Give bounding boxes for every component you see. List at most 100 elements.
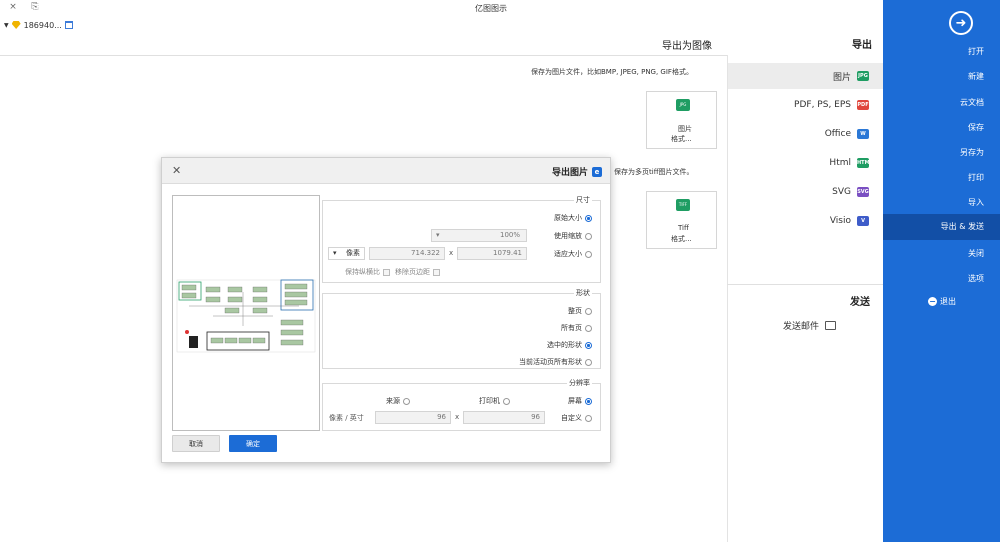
sidebar-item-new[interactable]: 新建 xyxy=(904,71,984,82)
send-email-label: 发送邮件 xyxy=(783,322,820,332)
option-label: 使用缩放 xyxy=(554,232,582,240)
unit-select[interactable]: ▾ 像素 xyxy=(328,247,365,260)
resolution-y-input[interactable]: 96 xyxy=(375,411,451,424)
radio-icon[interactable] xyxy=(585,250,592,258)
user-name: 186940... xyxy=(23,20,62,30)
format-svg[interactable]: SVG SVG xyxy=(728,179,884,205)
format-office[interactable]: Office W xyxy=(728,121,884,147)
chevron-down-icon[interactable]: ▼ xyxy=(4,22,9,29)
sidebar-item-options[interactable]: 选项 xyxy=(904,273,984,284)
sidebar-item-export-send[interactable]: 导出 & 发送 xyxy=(883,214,1000,240)
checkbox-icon[interactable] xyxy=(383,268,390,276)
size-scale-option[interactable]: 使用缩放 xyxy=(554,231,592,241)
restore-window-button[interactable]: ⎘ xyxy=(28,2,42,12)
sidebar-item-save-as[interactable]: 另存为 xyxy=(904,147,984,158)
image-format-description: 保存为图片文件，比如BMP, JPEG, PNG, GIF格式。 xyxy=(531,68,693,76)
tiff-format-card[interactable]: TIFF Tiff 格式... xyxy=(646,191,717,249)
close-window-button[interactable]: × xyxy=(6,2,20,12)
radio-icon[interactable] xyxy=(585,414,592,422)
option-label: 当前活动页所有形状 xyxy=(519,358,582,366)
height-input[interactable]: 714.322 xyxy=(369,247,445,260)
format-label: Visio xyxy=(829,216,851,226)
unit-value: 像素 xyxy=(346,249,360,257)
exit-icon: − xyxy=(928,297,937,306)
export-header: 导出 xyxy=(852,40,872,51)
sidebar-item-open[interactable]: 打开 xyxy=(904,46,984,57)
option-label: 移除页边距 xyxy=(395,268,430,276)
resolution-source-option[interactable]: 来源 xyxy=(386,396,410,406)
scale-value: 100% xyxy=(499,231,520,239)
visio-icon: V xyxy=(857,216,869,226)
exit-label: 退出 xyxy=(940,297,956,306)
option-label: 适应大小 xyxy=(554,250,582,258)
shape-current-selected-option[interactable]: 当前活动页所有形状 xyxy=(519,357,592,367)
resolution-screen-option[interactable]: 屏幕 xyxy=(568,396,592,406)
resolution-group: 分辨率 屏幕 打印机 来源 自定义 96 x 96 像素 / 英寸 xyxy=(322,378,601,431)
format-pdf[interactable]: PDF, PS, EPS PDF xyxy=(728,92,884,118)
export-image-dialog: ✕ 导出图片 e 尺寸 原始大小 使用缩放 ▾ 100% 适应大小 1079.4… xyxy=(161,157,611,463)
shape-selected-option[interactable]: 选中的形状 xyxy=(547,340,592,350)
resolution-group-label: 分辨率 xyxy=(567,378,592,388)
user-account[interactable]: ▼ 186940... xyxy=(4,19,73,31)
html-icon: HTML xyxy=(857,158,873,168)
image-format-card[interactable]: JPG 图片 格式... xyxy=(646,91,717,149)
checkbox-icon[interactable] xyxy=(433,268,440,276)
chevron-down-icon: ▾ xyxy=(333,249,337,257)
radio-icon[interactable] xyxy=(585,358,592,366)
back-arrow-icon[interactable]: ➜ xyxy=(949,11,973,35)
shape-all-pages-option[interactable]: 所有页 xyxy=(561,323,592,333)
sidebar-item-close[interactable]: 关闭 xyxy=(904,248,984,259)
radio-icon[interactable] xyxy=(585,324,592,332)
close-icon[interactable]: ✕ xyxy=(172,164,181,177)
resolution-unit: 像素 / 英寸 xyxy=(329,414,364,422)
sidebar-item-save[interactable]: 保存 xyxy=(904,122,984,133)
sidebar-item-import[interactable]: 导入 xyxy=(904,197,984,208)
radio-icon[interactable] xyxy=(503,397,510,405)
divider xyxy=(727,284,883,285)
dialog-title: 导出图片 e xyxy=(552,165,602,178)
radio-icon[interactable] xyxy=(403,397,410,405)
size-original-option[interactable]: 原始大小 xyxy=(554,213,592,223)
radio-icon[interactable] xyxy=(585,307,592,315)
radio-selected-icon[interactable] xyxy=(585,214,592,222)
sidebar-item-cloud[interactable]: 云文档 xyxy=(904,97,984,108)
width-input[interactable]: 1079.41 xyxy=(457,247,527,260)
sidebar-item-exit[interactable]: − 退出 xyxy=(928,296,956,307)
sidebar-item-print[interactable]: 打印 xyxy=(904,172,984,183)
dialog-header: ✕ 导出图片 e xyxy=(162,158,610,184)
times-sign: x xyxy=(455,413,460,421)
format-html[interactable]: Html HTML xyxy=(728,150,884,176)
format-visio[interactable]: Visio V xyxy=(728,208,884,234)
pdf-icon: PDF xyxy=(857,100,869,110)
keep-ratio-option[interactable]: 保持纵横比 xyxy=(345,267,390,277)
resolution-custom-option[interactable]: 自定义 xyxy=(561,413,592,423)
format-label: Html xyxy=(829,158,851,168)
format-label: SVG xyxy=(832,187,851,197)
app-logo-icon: e xyxy=(592,166,602,177)
shape-current-page-option[interactable]: 整页 xyxy=(568,306,592,316)
width-value: 1079.41 xyxy=(493,249,522,257)
file-sidebar: ➜ 打开 新建 云文档 保存 另存为 打印 导入 导出 & 发送 关闭 选项 xyxy=(883,0,1000,542)
radio-selected-icon[interactable] xyxy=(585,341,592,349)
radio-selected-icon[interactable] xyxy=(585,397,592,405)
cancel-button[interactable]: 取消 xyxy=(172,435,220,452)
remove-margin-option[interactable]: 移除页边距 xyxy=(395,267,440,277)
scale-select[interactable]: ▾ 100% xyxy=(431,229,527,242)
ok-button[interactable]: 确定 xyxy=(229,435,277,452)
format-label: 图片 xyxy=(832,72,851,83)
page-title: 导出为图像 xyxy=(662,41,712,52)
title-bar: × ⎘ 亿图图示 xyxy=(0,0,1000,16)
calendar-icon[interactable] xyxy=(64,21,73,29)
format-image[interactable]: 图片 JPG xyxy=(728,63,884,89)
resolution-x-input[interactable]: 96 xyxy=(463,411,545,424)
diagram-thumbnail xyxy=(176,270,316,353)
card-label: 图片 xyxy=(678,125,692,133)
word-icon: W xyxy=(857,129,869,139)
radio-icon[interactable] xyxy=(585,232,592,240)
size-fit-option[interactable]: 适应大小 xyxy=(554,249,592,259)
send-email-button[interactable]: 发送邮件 xyxy=(783,319,837,332)
resolution-printer-option[interactable]: 打印机 xyxy=(479,396,510,406)
times-sign: x xyxy=(449,249,454,257)
option-label: 自定义 xyxy=(561,414,582,422)
card-sublabel: 格式... xyxy=(671,235,692,243)
